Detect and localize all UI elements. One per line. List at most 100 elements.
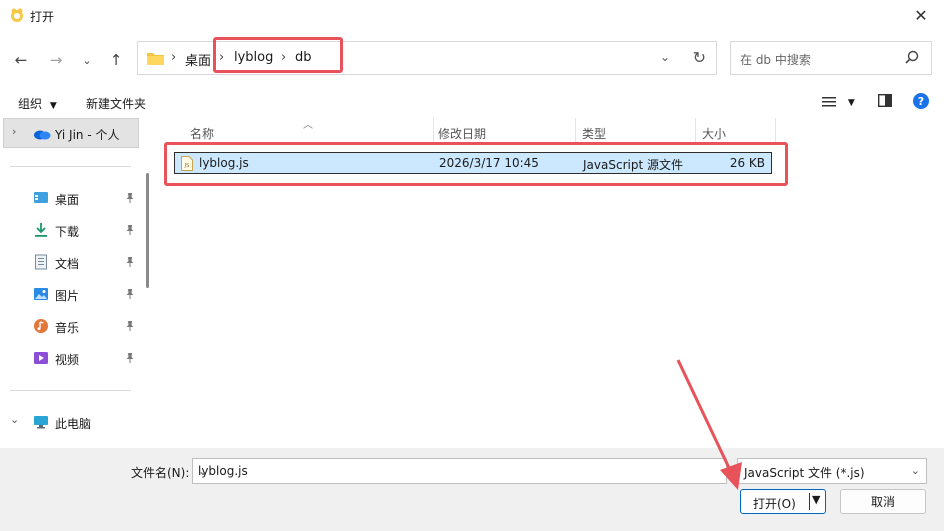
dialog-footer: 文件名(N): lyblog.js ⌄ JavaScript 文件 (*.js)…: [0, 448, 944, 531]
view-menu[interactable]: ▼: [822, 94, 855, 108]
file-list: ︿ 名称 修改日期 类型 大小 JS lyblog.js 2026/3/17 1…: [156, 118, 944, 448]
pictures-icon: [34, 288, 48, 300]
file-type: JavaScript 源文件: [583, 158, 683, 172]
filename-input[interactable]: lyblog.js ⌄: [192, 458, 727, 484]
up-button[interactable]: ↑: [105, 49, 127, 71]
sidebar-item-pictures[interactable]: 图片: [0, 282, 140, 308]
caret-down-icon[interactable]: ▼: [812, 493, 820, 506]
breadcrumb-separator: ›: [171, 50, 177, 65]
sidebar-item-documents[interactable]: 文档: [0, 250, 140, 276]
svg-text:?: ?: [918, 95, 924, 108]
chevron-down-icon: ⌄: [82, 53, 92, 67]
pin-icon[interactable]: [124, 256, 136, 268]
caret-down-icon: ▼: [49, 101, 57, 111]
column-divider[interactable]: [775, 118, 776, 142]
pin-icon[interactable]: [124, 224, 136, 236]
caret-down-icon: ▼: [847, 98, 855, 108]
sidebar-item-label: 下载: [55, 225, 80, 239]
pin-icon[interactable]: [124, 320, 136, 332]
chevron-down-icon[interactable]: ⌄: [198, 464, 722, 478]
sidebar-divider: [10, 166, 131, 167]
breadcrumb-separator: ›: [281, 50, 287, 65]
js-file-icon: JS: [181, 156, 193, 171]
sidebar-item-desktop[interactable]: 桌面: [0, 186, 140, 212]
sidebar-item-this-pc[interactable]: ⌄ 此电脑: [0, 410, 140, 436]
breadcrumb-db[interactable]: db: [295, 50, 312, 65]
sidebar-item-downloads[interactable]: 下载: [0, 218, 140, 244]
title-bar: 打开 ✕: [0, 0, 944, 31]
open-button[interactable]: 打开(O) ▼: [740, 489, 826, 514]
breadcrumb-desktop[interactable]: 桌面: [185, 50, 211, 69]
filename-label: 文件名(N):: [131, 466, 190, 480]
column-header-size[interactable]: 大小: [702, 125, 726, 142]
sidebar-item-onedrive[interactable]: › Yi Jin - 个人: [3, 118, 139, 148]
help-button[interactable]: ?: [913, 93, 929, 112]
sidebar-item-label: 音乐: [55, 321, 80, 335]
address-dropdown-icon[interactable]: ⌄: [660, 50, 670, 64]
sidebar-divider: [10, 390, 131, 391]
chevron-down-icon: ⌄: [10, 413, 20, 426]
column-header-name[interactable]: 名称: [190, 125, 214, 142]
filetype-select[interactable]: JavaScript 文件 (*.js) ⌄: [737, 458, 927, 484]
chevron-right-icon: ›: [12, 125, 17, 138]
column-header-type[interactable]: 类型: [582, 125, 606, 142]
file-date: 2026/3/17 10:45: [439, 156, 539, 170]
breadcrumb-separator: ›: [219, 50, 225, 65]
video-icon: [34, 352, 48, 364]
new-folder-button[interactable]: 新建文件夹: [86, 95, 146, 112]
sidebar-item-label: Yi Jin - 个人: [55, 128, 120, 142]
sidebar-item-label: 图片: [55, 289, 80, 303]
sidebar-item-videos[interactable]: 视频: [0, 346, 140, 372]
sidebar-scrollbar[interactable]: [146, 173, 149, 288]
sidebar-item-music[interactable]: 音乐: [0, 314, 140, 340]
pin-icon[interactable]: [124, 192, 136, 204]
open-button-label: 打开(O): [753, 497, 796, 511]
pin-icon[interactable]: [124, 352, 136, 364]
sidebar-item-label: 文档: [55, 257, 80, 271]
organize-menu[interactable]: 组织 ▼: [18, 95, 57, 112]
column-divider[interactable]: [433, 118, 434, 142]
navigation-bar: ← → ⌄ ↑ › 桌面 › lyblog › db ⌄ ↻ 在 db 中搜索: [0, 31, 944, 87]
refresh-icon[interactable]: ↻: [693, 48, 706, 67]
pin-icon[interactable]: [124, 288, 136, 300]
close-icon: ✕: [914, 6, 928, 25]
navigation-pane: › Yi Jin - 个人 桌面 下载 文档 图片 音乐 视频 ⌄ 此电脑: [0, 118, 156, 448]
column-header-date[interactable]: 修改日期: [438, 125, 486, 142]
sidebar-item-label: 视频: [55, 353, 80, 367]
file-name: lyblog.js: [199, 156, 249, 170]
document-icon: [35, 254, 47, 270]
app-icon: [11, 8, 23, 22]
desktop-icon: [34, 192, 48, 203]
back-button[interactable]: ←: [10, 49, 32, 71]
sort-ascending-icon: ︿: [303, 120, 313, 131]
organize-label: 组织: [18, 97, 43, 111]
recent-locations-button[interactable]: ⌄: [76, 49, 98, 71]
command-bar: 组织 ▼ 新建文件夹 ▼ ?: [0, 87, 944, 118]
sidebar-item-label: 桌面: [55, 193, 80, 207]
address-bar[interactable]: › 桌面 › lyblog › db ⌄ ↻: [137, 41, 717, 75]
download-icon: [35, 223, 47, 237]
sidebar-item-label: 此电脑: [55, 417, 92, 431]
list-view-icon: [822, 96, 836, 106]
window-title: 打开: [30, 10, 55, 24]
forward-button[interactable]: →: [45, 49, 67, 71]
filetype-value: JavaScript 文件 (*.js): [744, 466, 865, 480]
folder-icon: [147, 53, 164, 65]
column-divider[interactable]: [695, 118, 696, 142]
chevron-down-icon: ⌄: [910, 464, 920, 477]
cancel-button[interactable]: 取消: [840, 489, 926, 514]
computer-icon: [34, 416, 48, 429]
cloud-icon: [34, 130, 51, 140]
breadcrumb-lyblog[interactable]: lyblog: [234, 50, 273, 65]
file-row[interactable]: JS lyblog.js 2026/3/17 10:45 JavaScript …: [174, 152, 772, 174]
search-icon: [905, 50, 919, 64]
search-box[interactable]: 在 db 中搜索: [730, 41, 932, 75]
close-button[interactable]: ✕: [898, 0, 944, 31]
file-size: 26 KB: [729, 156, 765, 170]
svg-text:JS: JS: [184, 163, 190, 169]
split-divider: [809, 493, 810, 510]
column-divider[interactable]: [575, 118, 576, 142]
arrow-left-icon: ←: [14, 51, 28, 69]
preview-pane-button[interactable]: [877, 93, 893, 110]
search-input[interactable]: 在 db 中搜索: [740, 51, 811, 68]
